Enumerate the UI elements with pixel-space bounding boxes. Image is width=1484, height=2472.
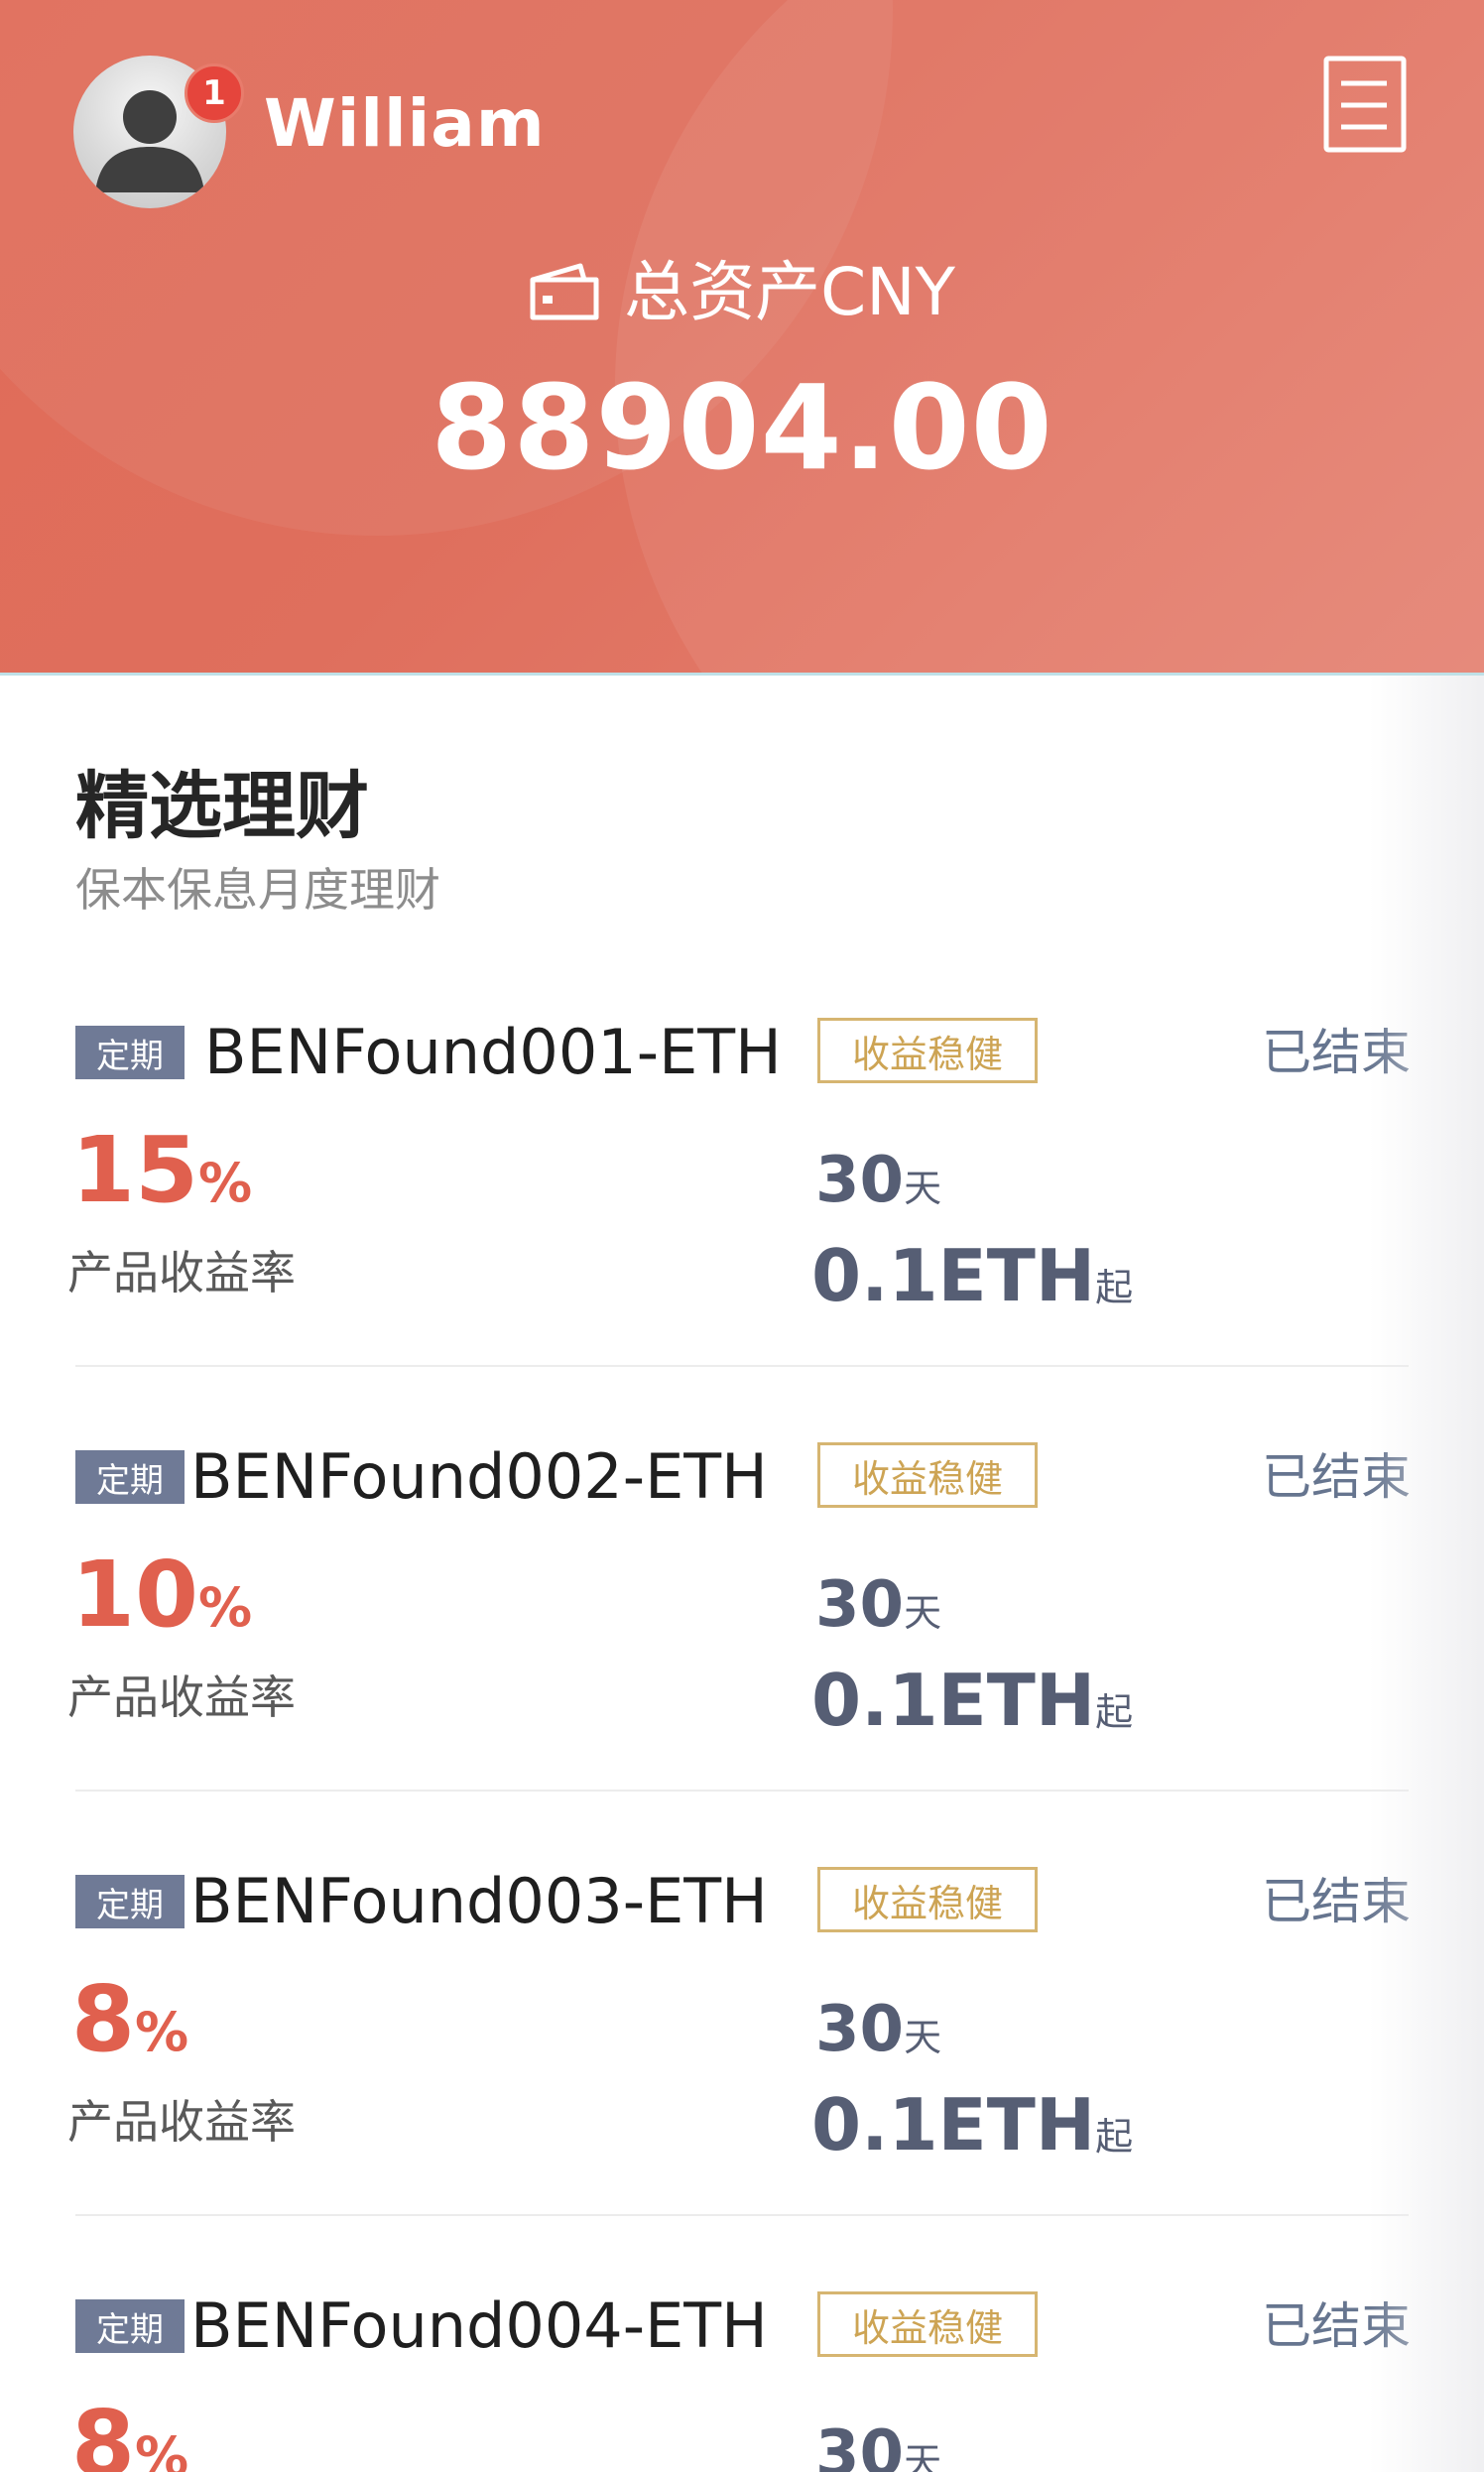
rate-label: 产品收益率 bbox=[67, 1670, 296, 1724]
product-minimum: 0.1ETH起 bbox=[811, 2089, 1133, 2161]
term-unit: 天 bbox=[904, 1167, 942, 1210]
product-name: BENFound002-ETH bbox=[190, 1440, 768, 1513]
product-minimum: 0.1ETH起 bbox=[811, 1665, 1133, 1736]
card-divider bbox=[75, 2214, 1409, 2216]
product-feature-tag: 收益稳健 bbox=[817, 1018, 1038, 1083]
rate-value: 10 bbox=[71, 1542, 199, 1648]
term-value: 30 bbox=[815, 1568, 905, 1642]
product-minimum: 0.1ETH起 bbox=[811, 1240, 1133, 1311]
product-feature-tag: 收益稳健 bbox=[817, 1442, 1038, 1508]
rate-unit: % bbox=[198, 1152, 253, 1214]
product-type-tag: 定期 bbox=[75, 1875, 185, 1928]
product-term: 30天 bbox=[815, 1998, 941, 2061]
minimum-value: 0.1ETH bbox=[811, 1659, 1096, 1742]
term-unit: 天 bbox=[904, 1591, 942, 1635]
product-term: 30天 bbox=[815, 1573, 941, 1637]
rate-value: 8 bbox=[71, 1966, 136, 2072]
total-assets-value: 88904.00 bbox=[431, 359, 1053, 496]
rate-unit: % bbox=[135, 2425, 189, 2472]
rate-label: 产品收益率 bbox=[67, 1246, 296, 1299]
rate-value: 15 bbox=[71, 1117, 199, 1223]
card-divider bbox=[75, 1790, 1409, 1792]
term-unit: 天 bbox=[904, 2016, 942, 2059]
term-value: 30 bbox=[815, 1144, 905, 1217]
product-card[interactable]: 定期 BENFound004-ETH 收益稳健 已结束 8% 30天 bbox=[0, 2289, 1484, 2472]
product-type-tag: 定期 bbox=[75, 1450, 185, 1504]
term-unit: 天 bbox=[904, 2440, 942, 2472]
minimum-unit: 起 bbox=[1095, 1266, 1134, 1309]
term-value: 30 bbox=[815, 1993, 905, 2066]
product-name: BENFound003-ETH bbox=[190, 1865, 768, 1937]
product-rate: 10% bbox=[71, 1549, 252, 1641]
rate-value: 8 bbox=[71, 2391, 136, 2472]
scroll-shadow bbox=[1369, 676, 1484, 2472]
rate-unit: % bbox=[198, 1576, 253, 1639]
total-assets-row: 总资产CNY bbox=[0, 248, 1484, 337]
product-feature-tag: 收益稳健 bbox=[817, 1867, 1038, 1932]
card-divider bbox=[75, 1365, 1409, 1367]
section-title: 精选理财 bbox=[75, 764, 369, 849]
product-term: 30天 bbox=[815, 2422, 941, 2472]
username: William bbox=[264, 85, 546, 162]
product-type-tag: 定期 bbox=[75, 2299, 185, 2353]
term-value: 30 bbox=[815, 2417, 905, 2472]
minimum-unit: 起 bbox=[1095, 2115, 1134, 2159]
product-feature-tag: 收益稳健 bbox=[817, 2291, 1038, 2357]
rate-unit: % bbox=[135, 2001, 189, 2063]
product-rate: 15% bbox=[71, 1125, 252, 1216]
document-list-icon bbox=[1323, 56, 1407, 153]
minimum-value: 0.1ETH bbox=[811, 2083, 1096, 2166]
product-name: BENFound001-ETH bbox=[204, 1016, 782, 1088]
header-banner: 1 William 总资产CNY 88904.00 bbox=[0, 0, 1484, 675]
product-type-tag: 定期 bbox=[75, 1026, 185, 1079]
rate-label: 产品收益率 bbox=[67, 2095, 296, 2149]
product-card[interactable]: 定期 BENFound001-ETH 收益稳健 已结束 15% 产品收益率 30… bbox=[0, 1016, 1484, 1440]
product-rate: 8% bbox=[71, 2399, 188, 2472]
menu-button[interactable] bbox=[1323, 56, 1407, 153]
notification-badge[interactable]: 1 bbox=[185, 63, 244, 123]
product-name: BENFound004-ETH bbox=[190, 2289, 768, 2362]
minimum-unit: 起 bbox=[1095, 1690, 1134, 1734]
minimum-value: 0.1ETH bbox=[811, 1234, 1096, 1317]
product-rate: 8% bbox=[71, 1974, 188, 2065]
product-card[interactable]: 定期 BENFound002-ETH 收益稳健 已结束 10% 产品收益率 30… bbox=[0, 1440, 1484, 1865]
header-divider bbox=[0, 673, 1484, 676]
product-card[interactable]: 定期 BENFound003-ETH 收益稳健 已结束 8% 产品收益率 30天… bbox=[0, 1865, 1484, 2289]
section-subtitle: 保本保息月度理财 bbox=[75, 863, 440, 917]
product-term: 30天 bbox=[815, 1149, 941, 1212]
wallet-icon bbox=[530, 263, 599, 320]
total-assets-label: 总资产CNY bbox=[624, 254, 955, 330]
